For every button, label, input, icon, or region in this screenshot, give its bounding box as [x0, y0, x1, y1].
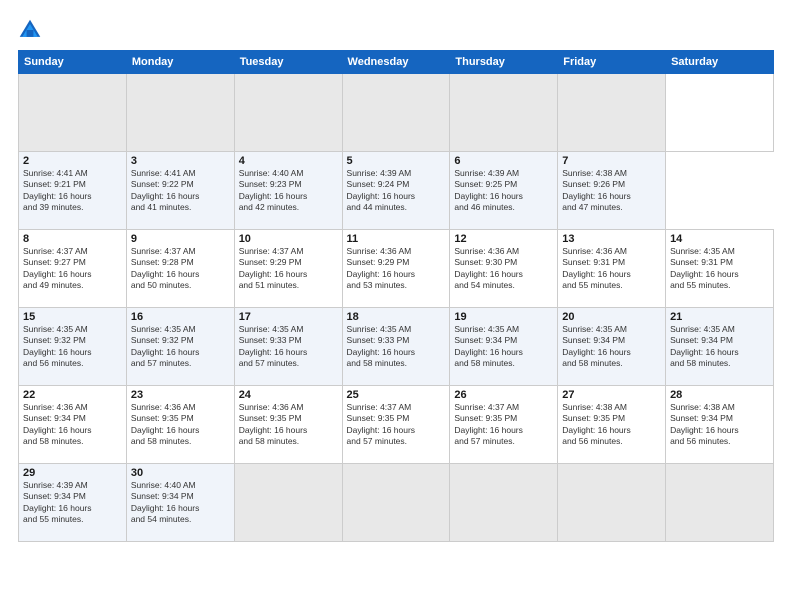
calendar-table: Sunday Monday Tuesday Wednesday Thursday…: [18, 50, 774, 542]
col-saturday: Saturday: [666, 51, 774, 74]
col-monday: Monday: [126, 51, 234, 74]
table-row: 15Sunrise: 4:35 AMSunset: 9:32 PMDayligh…: [19, 308, 127, 386]
table-row: 18Sunrise: 4:35 AMSunset: 9:33 PMDayligh…: [342, 308, 450, 386]
col-thursday: Thursday: [450, 51, 558, 74]
table-row: [342, 74, 450, 152]
table-row: 22Sunrise: 4:36 AMSunset: 9:34 PMDayligh…: [19, 386, 127, 464]
table-row: [450, 464, 558, 542]
logo-icon: [18, 18, 42, 42]
table-row: [234, 74, 342, 152]
table-row: 23Sunrise: 4:36 AMSunset: 9:35 PMDayligh…: [126, 386, 234, 464]
table-row: [558, 74, 666, 152]
table-row: 11Sunrise: 4:36 AMSunset: 9:29 PMDayligh…: [342, 230, 450, 308]
table-row: 28Sunrise: 4:38 AMSunset: 9:34 PMDayligh…: [666, 386, 774, 464]
table-row: 26Sunrise: 4:37 AMSunset: 9:35 PMDayligh…: [450, 386, 558, 464]
table-row: 10Sunrise: 4:37 AMSunset: 9:29 PMDayligh…: [234, 230, 342, 308]
table-row: [234, 464, 342, 542]
table-row: 2Sunrise: 4:41 AMSunset: 9:21 PMDaylight…: [19, 152, 127, 230]
calendar-header-row: Sunday Monday Tuesday Wednesday Thursday…: [19, 51, 774, 74]
table-row: 4Sunrise: 4:40 AMSunset: 9:23 PMDaylight…: [234, 152, 342, 230]
col-wednesday: Wednesday: [342, 51, 450, 74]
table-row: 29Sunrise: 4:39 AMSunset: 9:34 PMDayligh…: [19, 464, 127, 542]
table-row: 3Sunrise: 4:41 AMSunset: 9:22 PMDaylight…: [126, 152, 234, 230]
table-row: 5Sunrise: 4:39 AMSunset: 9:24 PMDaylight…: [342, 152, 450, 230]
table-row: [558, 464, 666, 542]
table-row: 27Sunrise: 4:38 AMSunset: 9:35 PMDayligh…: [558, 386, 666, 464]
table-row: 14Sunrise: 4:35 AMSunset: 9:31 PMDayligh…: [666, 230, 774, 308]
col-tuesday: Tuesday: [234, 51, 342, 74]
table-row: 24Sunrise: 4:36 AMSunset: 9:35 PMDayligh…: [234, 386, 342, 464]
table-row: [666, 464, 774, 542]
table-row: 16Sunrise: 4:35 AMSunset: 9:32 PMDayligh…: [126, 308, 234, 386]
table-row: 20Sunrise: 4:35 AMSunset: 9:34 PMDayligh…: [558, 308, 666, 386]
table-row: 21Sunrise: 4:35 AMSunset: 9:34 PMDayligh…: [666, 308, 774, 386]
table-row: 8Sunrise: 4:37 AMSunset: 9:27 PMDaylight…: [19, 230, 127, 308]
table-row: [666, 74, 774, 152]
logo: [18, 18, 46, 42]
table-row: 17Sunrise: 4:35 AMSunset: 9:33 PMDayligh…: [234, 308, 342, 386]
page-header: [18, 18, 774, 42]
table-row: 19Sunrise: 4:35 AMSunset: 9:34 PMDayligh…: [450, 308, 558, 386]
table-row: 7Sunrise: 4:38 AMSunset: 9:26 PMDaylight…: [558, 152, 666, 230]
table-row: 13Sunrise: 4:36 AMSunset: 9:31 PMDayligh…: [558, 230, 666, 308]
table-row: 9Sunrise: 4:37 AMSunset: 9:28 PMDaylight…: [126, 230, 234, 308]
col-sunday: Sunday: [19, 51, 127, 74]
table-row: [342, 464, 450, 542]
table-row: [126, 74, 234, 152]
col-friday: Friday: [558, 51, 666, 74]
table-row: 12Sunrise: 4:36 AMSunset: 9:30 PMDayligh…: [450, 230, 558, 308]
table-row: [19, 74, 127, 152]
table-row: 30Sunrise: 4:40 AMSunset: 9:34 PMDayligh…: [126, 464, 234, 542]
table-row: 6Sunrise: 4:39 AMSunset: 9:25 PMDaylight…: [450, 152, 558, 230]
table-row: 25Sunrise: 4:37 AMSunset: 9:35 PMDayligh…: [342, 386, 450, 464]
table-row: [450, 74, 558, 152]
